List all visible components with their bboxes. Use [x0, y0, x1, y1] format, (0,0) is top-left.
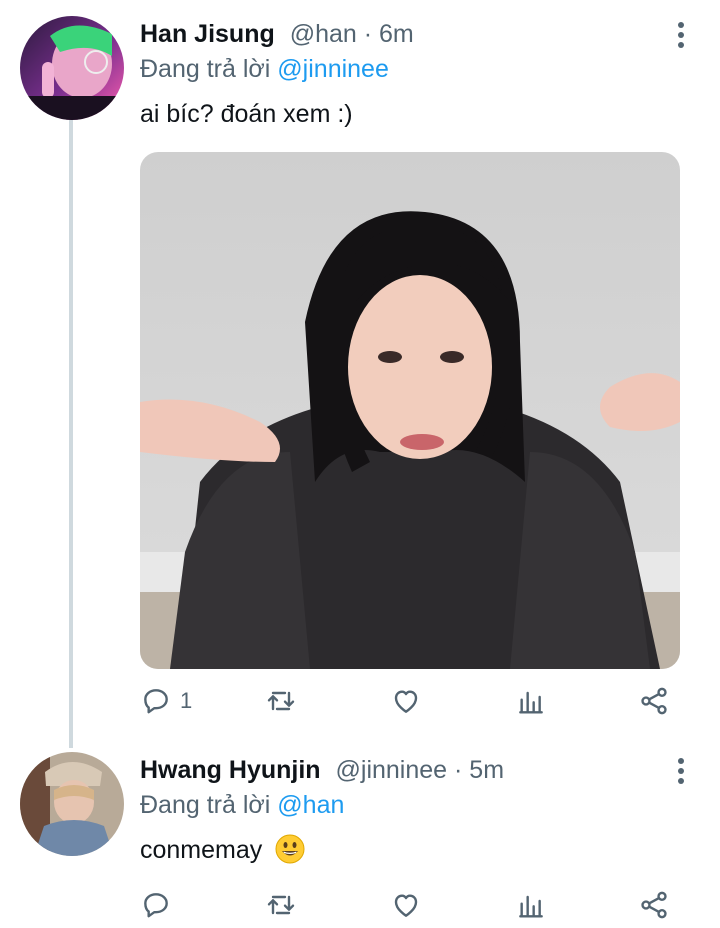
- reply-count: 1: [180, 688, 193, 713]
- tweet-text-line: conmemay: [140, 834, 305, 865]
- tweet-actions: 1: [140, 684, 680, 724]
- analytics-button[interactable]: [515, 888, 547, 922]
- display-name[interactable]: Hwang Hyunjin: [140, 756, 321, 784]
- retweet-button[interactable]: [265, 888, 297, 922]
- reply-icon: [144, 893, 168, 918]
- timestamp[interactable]: · 6m: [364, 20, 414, 48]
- display-name[interactable]: Han Jisung: [140, 20, 275, 48]
- avatar[interactable]: [20, 752, 124, 856]
- replying-to: Đang trả lời @jinninee: [140, 54, 389, 84]
- tweet-text: conmemay: [140, 836, 263, 864]
- share-icon: [641, 891, 667, 919]
- tweet-media-image[interactable]: [140, 152, 680, 669]
- like-button[interactable]: [390, 684, 422, 718]
- reply-icon: [144, 689, 168, 714]
- replying-to: Đang trả lời @han: [140, 790, 344, 820]
- timestamp[interactable]: · 5m: [454, 756, 504, 784]
- share-icon: [641, 687, 667, 715]
- tweet-han[interactable]: Han Jisung @han · 6m Đang trả lời @jinni…: [0, 0, 720, 740]
- share-button[interactable]: [638, 888, 670, 922]
- more-icon[interactable]: [676, 758, 686, 788]
- retweet-button[interactable]: [265, 684, 297, 718]
- share-button[interactable]: [638, 684, 670, 718]
- handle[interactable]: @han: [290, 20, 357, 48]
- tweet-hyunjin[interactable]: Hwang Hyunjin @jinninee · 5m Đang trả lờ…: [0, 740, 720, 928]
- like-button[interactable]: [390, 888, 422, 922]
- analytics-button[interactable]: [515, 684, 547, 718]
- like-icon: [394, 690, 418, 713]
- handle[interactable]: @jinninee: [336, 756, 448, 784]
- grinning-face-emoji-icon: [275, 834, 305, 864]
- mention-link[interactable]: @han: [277, 791, 344, 819]
- avatar[interactable]: [20, 16, 124, 120]
- retweet-icon: [267, 895, 295, 915]
- tweet-header: Hwang Hyunjin @jinninee · 5m: [140, 755, 504, 785]
- reply-button[interactable]: [140, 888, 172, 922]
- tweet-actions: [140, 888, 680, 928]
- reply-button[interactable]: 1: [140, 684, 192, 718]
- more-icon[interactable]: [676, 22, 686, 52]
- replying-prefix: Đang trả lời: [140, 55, 271, 83]
- tweet-header: Han Jisung @han · 6m: [140, 19, 414, 49]
- replying-prefix: Đang trả lời: [140, 791, 271, 819]
- analytics-icon: [519, 895, 543, 918]
- like-icon: [394, 894, 418, 917]
- analytics-icon: [519, 691, 543, 714]
- mention-link[interactable]: @jinninee: [277, 55, 389, 83]
- tweet-text: ai bíc? đoán xem :): [140, 100, 353, 128]
- retweet-icon: [267, 691, 295, 711]
